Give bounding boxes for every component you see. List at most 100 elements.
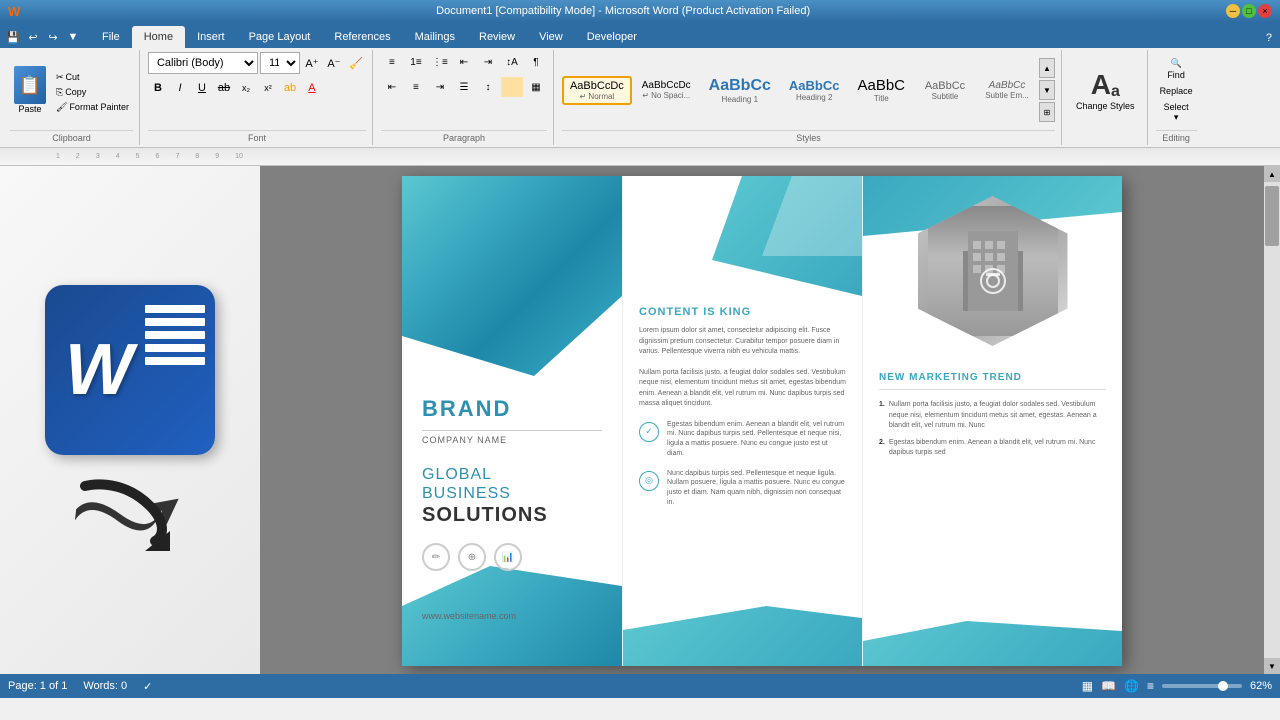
zoom-slider[interactable] bbox=[1162, 684, 1242, 688]
outline-view-icon[interactable]: ≡ bbox=[1147, 679, 1154, 693]
style-normal[interactable]: AaBbCcDc ↵ Normal bbox=[562, 76, 632, 105]
numbering-button[interactable]: 1≡ bbox=[405, 52, 427, 72]
replace-label: Replace bbox=[1160, 86, 1193, 96]
text-highlight-button[interactable]: ab bbox=[280, 78, 300, 98]
tab-home[interactable]: Home bbox=[132, 26, 185, 48]
paragraph-content: ≡ 1≡ ⋮≡ ⇤ ⇥ ↕A ¶ ⇤ ≡ ⇥ ☰ ↕ ▦ bbox=[381, 52, 547, 128]
font-size-select[interactable]: 11 bbox=[260, 52, 300, 74]
tab-view[interactable]: View bbox=[527, 26, 575, 48]
shading-button[interactable] bbox=[501, 77, 523, 97]
scroll-down-button[interactable]: ▼ bbox=[1264, 658, 1280, 674]
save-qa-button[interactable]: 💾 bbox=[4, 28, 22, 46]
close-button[interactable]: × bbox=[1258, 4, 1272, 18]
sort-button[interactable]: ↕A bbox=[501, 52, 523, 72]
tab-references[interactable]: References bbox=[322, 26, 402, 48]
select-button[interactable]: Select ▾ bbox=[1156, 100, 1197, 125]
web-view-icon[interactable]: 🌐 bbox=[1124, 679, 1139, 693]
customize-qa-button[interactable]: ▼ bbox=[64, 28, 82, 46]
read-view-icon[interactable]: 📖 bbox=[1101, 679, 1116, 693]
title-bar-left: W bbox=[8, 4, 20, 19]
strikethrough-button[interactable]: ab bbox=[214, 78, 234, 98]
logo-line bbox=[145, 344, 205, 352]
italic-button[interactable]: I bbox=[170, 78, 190, 98]
zoom-thumb[interactable] bbox=[1218, 681, 1228, 691]
font-color-button[interactable]: A bbox=[302, 78, 322, 98]
style-subtle-em[interactable]: AaBbCc Subtle Em... bbox=[977, 76, 1037, 104]
scroll-thumb[interactable] bbox=[1265, 186, 1279, 246]
tab-review[interactable]: Review bbox=[467, 26, 527, 48]
style-normal-text: AaBbCcDc bbox=[570, 80, 624, 92]
replace-button[interactable]: Replace bbox=[1156, 84, 1197, 98]
underline-button[interactable]: U bbox=[192, 78, 212, 98]
website-url: www.websitename.com bbox=[422, 611, 602, 621]
line-spacing-button[interactable]: ↕ bbox=[477, 77, 499, 97]
tab-file[interactable]: File bbox=[90, 26, 132, 48]
find-button[interactable]: 🔍 Find bbox=[1156, 56, 1197, 82]
change-styles-button[interactable]: A a Change Styles bbox=[1070, 65, 1141, 116]
subscript-button[interactable]: x₂ bbox=[236, 78, 256, 98]
building-svg bbox=[943, 221, 1043, 321]
help-button[interactable]: ? bbox=[1258, 28, 1280, 48]
style-subtitle-label: Subtitle bbox=[923, 92, 967, 101]
style-h2[interactable]: AaBbCc Heading 2 bbox=[781, 74, 848, 106]
undo-qa-button[interactable]: ↩ bbox=[24, 28, 42, 46]
quick-access-toolbar: 💾 ↩ ↪ ▼ bbox=[0, 26, 86, 48]
style-h2-label: Heading 2 bbox=[789, 93, 840, 102]
bullets-button[interactable]: ≡ bbox=[381, 52, 403, 72]
style-subtitle[interactable]: AaBbCc Subtitle bbox=[915, 76, 975, 105]
check-icon: ✓ bbox=[143, 680, 152, 693]
styles-more[interactable]: ⊞ bbox=[1039, 102, 1055, 122]
scroll-up-button[interactable]: ▲ bbox=[1264, 166, 1280, 182]
tab-mailings[interactable]: Mailings bbox=[403, 26, 467, 48]
brochure: BRAND COMPANY NAME GLOBAL BUSINESS SOLUT… bbox=[402, 176, 1122, 666]
format-painter-button[interactable]: 🖌 Format Painter bbox=[52, 101, 133, 114]
social-icon-2: ⊕ bbox=[458, 543, 486, 571]
superscript-button[interactable]: x² bbox=[258, 78, 278, 98]
copy-label: Copy bbox=[65, 87, 86, 97]
style-h1[interactable]: AaBbCc Heading 1 bbox=[701, 73, 779, 108]
words-status: Words: 0 bbox=[83, 680, 127, 692]
font-name-select[interactable]: Calibri (Body) bbox=[148, 52, 258, 74]
style-title[interactable]: AaBbC Title bbox=[849, 73, 913, 107]
clear-format-button[interactable]: 🧹 bbox=[346, 53, 366, 73]
tab-row: 💾 ↩ ↪ ▼ File Home Insert Page Layout Ref… bbox=[0, 22, 1280, 48]
multilevel-button[interactable]: ⋮≡ bbox=[429, 52, 451, 72]
styles-items: AaBbCcDc ↵ Normal AaBbCcDc ↵ No Spaci...… bbox=[562, 58, 1055, 122]
feature-icon-2: ◎ bbox=[639, 471, 659, 491]
style-nospace[interactable]: AaBbCcDc ↵ No Spaci... bbox=[634, 76, 699, 104]
tab-insert[interactable]: Insert bbox=[185, 26, 237, 48]
minimize-button[interactable]: ─ bbox=[1226, 4, 1240, 18]
maximize-button[interactable]: □ bbox=[1242, 4, 1256, 18]
align-right-button[interactable]: ⇥ bbox=[429, 77, 451, 97]
tab-developer[interactable]: Developer bbox=[575, 26, 649, 48]
aa-big-icon: A bbox=[1091, 69, 1111, 101]
border-button[interactable]: ▦ bbox=[525, 77, 547, 97]
bold-button[interactable]: B bbox=[148, 78, 168, 98]
font-shrink-button[interactable]: A⁻ bbox=[324, 53, 344, 73]
styles-scroll-down[interactable]: ▼ bbox=[1039, 80, 1055, 100]
align-center-button[interactable]: ≡ bbox=[405, 77, 427, 97]
redo-qa-button[interactable]: ↪ bbox=[44, 28, 62, 46]
title-bar-title: Document1 [Compatibility Mode] - Microso… bbox=[20, 5, 1226, 17]
cut-button[interactable]: ✂ Cut bbox=[52, 71, 133, 84]
tab-pagelayout[interactable]: Page Layout bbox=[237, 26, 323, 48]
doc-area[interactable]: BRAND COMPANY NAME GLOBAL BUSINESS SOLUT… bbox=[260, 166, 1264, 674]
paste-label: Paste bbox=[18, 104, 41, 114]
copy-button[interactable]: ⎘ Copy bbox=[52, 86, 133, 99]
paragraph-label: Paragraph bbox=[381, 130, 547, 143]
increase-indent-button[interactable]: ⇥ bbox=[477, 52, 499, 72]
ruler-mark: 8 bbox=[187, 153, 207, 160]
align-left-button[interactable]: ⇤ bbox=[381, 77, 403, 97]
copy-icon: ⎘ bbox=[56, 87, 63, 98]
justify-button[interactable]: ☰ bbox=[453, 77, 475, 97]
decrease-indent-button[interactable]: ⇤ bbox=[453, 52, 475, 72]
layout-view-icon[interactable]: ▦ bbox=[1082, 679, 1093, 693]
show-marks-button[interactable]: ¶ bbox=[525, 52, 547, 72]
title-bar-controls[interactable]: ─ □ × bbox=[1226, 4, 1272, 18]
brand-name: BRAND bbox=[422, 396, 602, 431]
vertical-scrollbar[interactable]: ▲ ▼ bbox=[1264, 166, 1280, 674]
social-icon-1: ✏ bbox=[422, 543, 450, 571]
font-grow-button[interactable]: A⁺ bbox=[302, 53, 322, 73]
styles-scroll-up[interactable]: ▲ bbox=[1039, 58, 1055, 78]
paste-button[interactable]: 📋 Paste bbox=[10, 64, 50, 116]
